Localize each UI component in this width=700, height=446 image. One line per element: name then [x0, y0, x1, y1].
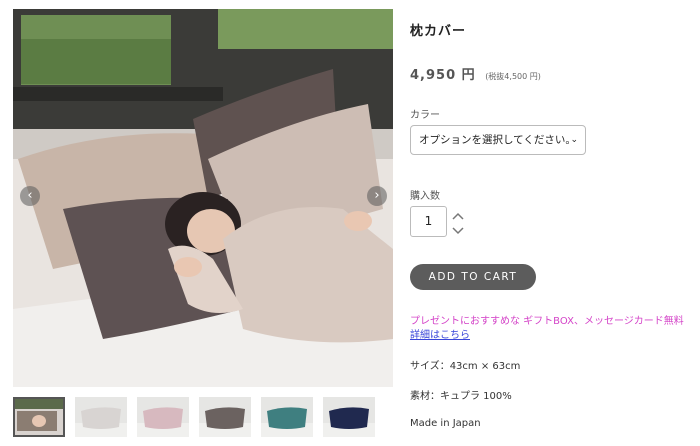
- quantity-decrement-icon[interactable]: [452, 226, 464, 236]
- product-thumbnail[interactable]: [261, 397, 313, 437]
- product-main-image: [13, 9, 393, 387]
- product-thumbnail[interactable]: [13, 397, 65, 437]
- product-thumbnail[interactable]: [199, 397, 251, 437]
- product-thumbnail[interactable]: [137, 397, 189, 437]
- product-price: 4,950 円 (税抜4,500 円): [410, 64, 541, 83]
- product-thumbnail[interactable]: [323, 397, 375, 437]
- spec-origin: Made in Japan: [410, 418, 481, 429]
- product-title: 枕カバー: [410, 24, 467, 39]
- chevron-down-icon: ⌄: [570, 135, 578, 145]
- quantity-increment-icon[interactable]: [452, 211, 464, 221]
- gallery-next-arrow-icon[interactable]: ›: [367, 186, 387, 206]
- add-to-cart-button[interactable]: ADD TO CART: [410, 264, 536, 290]
- price-value: 4,950 円: [410, 68, 476, 83]
- thumbnail-strip: [13, 397, 393, 446]
- price-tax-note: (税抜4,500 円): [485, 72, 541, 81]
- color-select[interactable]: オプションを選択してください。 ⌄: [410, 125, 586, 155]
- quantity-label: 購入数: [410, 191, 440, 202]
- spec-material: 素材：キュプラ 100%: [410, 391, 512, 402]
- gift-promo-text: プレゼントにおすすめな ギフトBOX、メッセージカード無料: [410, 316, 684, 327]
- color-select-value: オプションを選択してください。: [419, 134, 576, 146]
- product-thumbnail[interactable]: [75, 397, 127, 437]
- promo-details-link[interactable]: 詳細はこちら: [410, 326, 470, 341]
- spec-size: サイズ：43cm × 63cm: [410, 361, 521, 372]
- quantity-input[interactable]: 1: [410, 206, 447, 237]
- color-label: カラー: [410, 110, 440, 121]
- gallery-prev-arrow-icon[interactable]: ‹: [20, 186, 40, 206]
